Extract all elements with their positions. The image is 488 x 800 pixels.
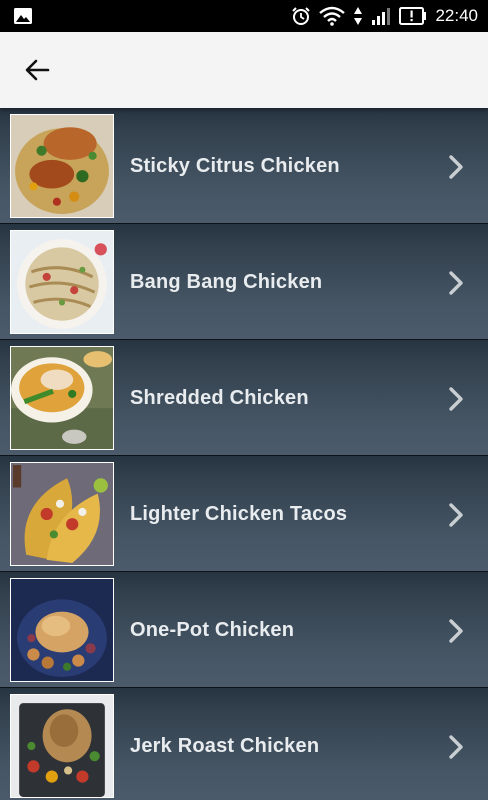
data-arrows-icon: [354, 7, 363, 25]
recipe-thumbnail: [10, 694, 114, 798]
clock-time: 22:40: [435, 6, 478, 25]
app-bar: [0, 32, 488, 108]
chevron-right-icon: [449, 155, 463, 179]
status-bar: 22:40: [0, 0, 488, 32]
recipe-title: Lighter Chicken Tacos: [130, 503, 348, 525]
battery-alert-icon: [399, 7, 427, 25]
chevron-right-icon: [449, 271, 463, 295]
recipe-title: Bang Bang Chicken: [130, 271, 323, 293]
recipe-row-sticky-citrus-chicken[interactable]: Sticky Citrus Chicken: [0, 108, 488, 224]
recipe-row-jerk-roast-chicken[interactable]: Jerk Roast Chicken: [0, 688, 488, 800]
chevron-right-icon: [449, 735, 463, 759]
recipe-row-shredded-chicken[interactable]: Shredded Chicken: [0, 340, 488, 456]
chevron-right-icon: [449, 619, 463, 643]
recipe-list: Sticky Citrus Chicken Bang Bang Chicken: [0, 108, 488, 800]
recipe-row-lighter-chicken-tacos[interactable]: Lighter Chicken Tacos: [0, 456, 488, 572]
wifi-icon: [319, 6, 346, 26]
image-notification-icon: [14, 8, 32, 24]
alarm-icon: [292, 7, 311, 25]
back-arrow-icon[interactable]: [18, 52, 58, 88]
recipe-title: Sticky Citrus Chicken: [130, 155, 340, 177]
recipe-thumbnail: [10, 578, 114, 682]
recipe-thumbnail: [10, 346, 114, 450]
recipe-title: Shredded Chicken: [130, 387, 309, 409]
recipe-row-one-pot-chicken[interactable]: One-Pot Chicken: [0, 572, 488, 688]
recipe-thumbnail: [10, 230, 114, 334]
recipe-title: One-Pot Chicken: [130, 619, 295, 641]
recipe-row-bang-bang-chicken[interactable]: Bang Bang Chicken: [0, 224, 488, 340]
chevron-right-icon: [449, 387, 463, 411]
recipe-thumbnail: [10, 114, 114, 218]
signal-icon: [372, 8, 391, 25]
chevron-right-icon: [449, 503, 463, 527]
recipe-title: Jerk Roast Chicken: [130, 735, 320, 757]
recipe-thumbnail: [10, 462, 114, 566]
